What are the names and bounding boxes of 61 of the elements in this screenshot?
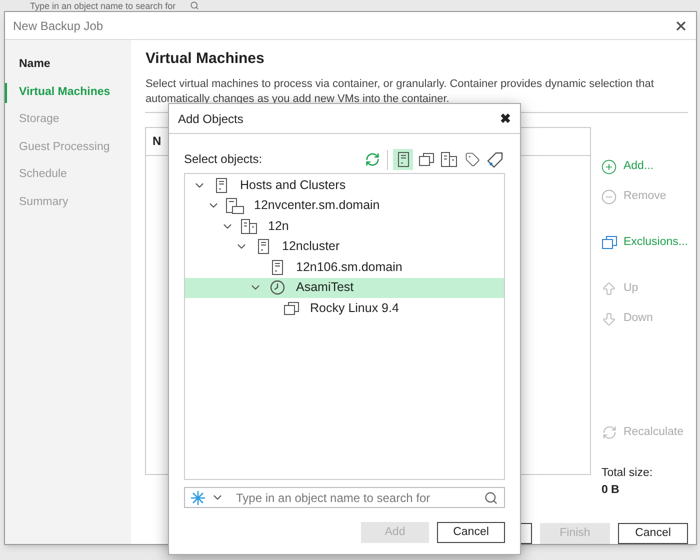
refresh-icon xyxy=(602,425,617,440)
server-icon xyxy=(272,260,282,275)
plus-circle-icon xyxy=(601,158,618,174)
tree-item[interactable]: 12n xyxy=(185,216,504,236)
buildings-icon xyxy=(241,218,257,234)
tag-icon xyxy=(464,152,480,167)
tree-item[interactable]: 12ncluster xyxy=(185,236,504,257)
tree-item[interactable]: Rocky Linux 9.4 xyxy=(185,298,504,318)
search-icon xyxy=(484,490,498,504)
sidebar-item[interactable]: Name xyxy=(5,55,132,75)
up-arrow-icon xyxy=(601,280,618,296)
sidebar-item[interactable]: Virtual Machines xyxy=(5,82,132,102)
dialog-button[interactable]: Cancel xyxy=(437,522,505,543)
stacked-windows-icon xyxy=(418,153,434,166)
minus-circle-icon xyxy=(601,188,618,204)
footer-button[interactable]: Cancel xyxy=(618,523,688,544)
page-description: Select virtual machines to process via container, or granularly. Container provides dynamic selection that automatically changes as you add new VMs into the container. xyxy=(145,76,655,106)
tree-label: Rocky Linux 9.4 xyxy=(310,300,399,317)
server-screen-icon xyxy=(226,198,244,214)
search-icon xyxy=(190,1,199,10)
window-title: New Backup Job xyxy=(13,18,104,34)
total-size-label: Total size: xyxy=(601,466,654,480)
server-icon xyxy=(258,239,268,254)
refresh-icon xyxy=(364,152,380,167)
buildings-icon xyxy=(441,152,457,167)
page-title: Virtual Machines xyxy=(145,49,266,69)
server-icon xyxy=(216,178,226,193)
tree-label: 12ncluster xyxy=(282,238,340,256)
tree-item[interactable]: 12n106.sm.domain xyxy=(185,257,504,278)
dialog-title: Add Objects xyxy=(178,110,244,128)
tree-label: 12n106.sm.domain xyxy=(296,258,402,276)
action-link[interactable]: Add... xyxy=(601,156,688,176)
tree-label: Hosts and Clusters xyxy=(240,176,346,194)
tree-item[interactable]: 12nvcenter.sm.domain xyxy=(185,196,504,216)
server-icon xyxy=(398,152,408,167)
total-size-value: 0 B xyxy=(601,482,620,498)
select-objects-label: Select objects: xyxy=(184,151,262,168)
search-field[interactable]: Type in an object name to search for xyxy=(0,0,240,11)
tree-label: AsamiTest xyxy=(296,279,354,296)
search-field[interactable]: Type in an object name to search for xyxy=(184,487,505,508)
tree-item[interactable]: AsamiTest xyxy=(185,278,504,298)
asterisk-icon xyxy=(191,490,205,504)
sidebar-item[interactable]: Storage xyxy=(5,110,132,130)
column-header: N xyxy=(152,133,162,150)
tree-label: 12nvcenter.sm.domain xyxy=(254,197,380,214)
action-link[interactable]: Exclusions... xyxy=(601,232,688,252)
tag-person-icon xyxy=(487,152,503,168)
search-input[interactable]: Type in an object name to search for xyxy=(236,488,478,506)
stacked-windows-icon xyxy=(284,302,298,315)
tree-label: 12n xyxy=(268,218,289,235)
down-arrow-icon xyxy=(601,310,618,326)
close-icon[interactable] xyxy=(674,18,688,32)
close-button[interactable]: ✖ xyxy=(500,108,511,128)
overlapping-squares-icon xyxy=(602,236,617,249)
toolbar-button[interactable] xyxy=(393,149,413,170)
sidebar-item[interactable]: Schedule xyxy=(5,165,132,185)
sidebar-item[interactable]: Guest Processing xyxy=(5,138,132,158)
clock-icon xyxy=(270,280,284,296)
toolbar-button[interactable] xyxy=(439,149,459,170)
sidebar-item[interactable]: Summary xyxy=(5,192,132,212)
tree-item[interactable]: Hosts and Clusters xyxy=(185,175,504,196)
